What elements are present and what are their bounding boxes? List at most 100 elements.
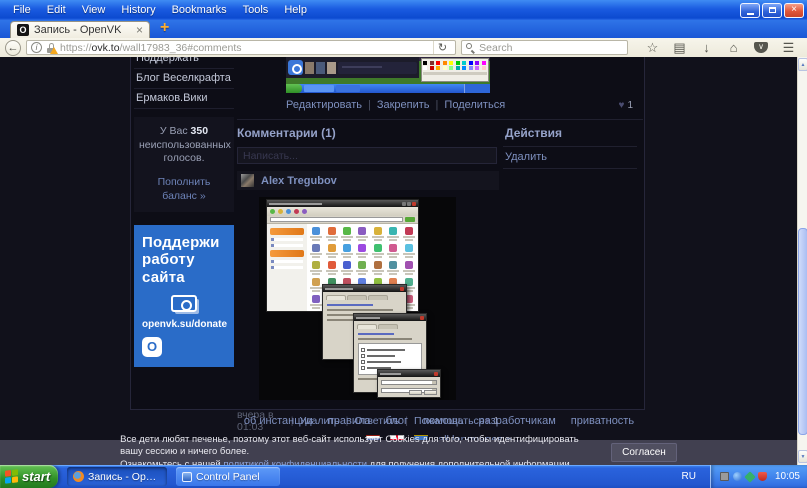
xp-row-text: [367, 355, 395, 357]
xp-icon-cell: [371, 244, 385, 260]
mixed-content-lock-icon[interactable]: [46, 42, 58, 54]
footer-developers-link[interactable]: разработчикам: [479, 415, 556, 427]
xp-close: [434, 371, 438, 376]
downloads-icon[interactable]: ↓: [693, 41, 720, 54]
url-text: https://ovk.to/wall17983_36#comments: [60, 42, 242, 54]
security-tray-icon[interactable]: [757, 472, 767, 481]
magnifier-circle: [466, 43, 473, 49]
comment-input[interactable]: [237, 147, 497, 164]
footer-about-link[interactable]: об инстанции: [244, 415, 313, 427]
post-edit-link[interactable]: Редактировать: [286, 99, 362, 111]
hamburger-menu-icon[interactable]: ☰: [775, 41, 802, 54]
post-image-thumb: [316, 61, 325, 74]
post-image[interactable]: [286, 57, 490, 93]
scrollbar[interactable]: ▲ ▼: [797, 57, 807, 465]
donate-ad-banner[interactable]: Поддержи работу сайта openvk.su/donate O: [134, 225, 234, 367]
language-indicator[interactable]: RU: [668, 471, 710, 482]
taskbar-task-control-panel[interactable]: Control Panel: [176, 467, 280, 486]
new-tab-button[interactable]: +: [160, 19, 169, 37]
xp-checkbox: [361, 360, 365, 364]
back-button[interactable]: ←: [5, 39, 21, 56]
scroll-up-button[interactable]: ▲: [798, 58, 807, 71]
palette-swatch: [468, 66, 473, 70]
window-controls: ×: [740, 2, 807, 18]
xp-tab: [326, 295, 346, 300]
sidebar-item-support[interactable]: Поддержать: [134, 57, 234, 69]
post-pin-link[interactable]: Закрепить: [377, 99, 430, 111]
page-info-icon[interactable]: i: [31, 42, 42, 53]
xp-icon-cell: [371, 227, 385, 243]
xp-toolbar-icon: [278, 209, 283, 214]
palette-swatch: [423, 66, 427, 70]
palette-grid: [423, 61, 487, 70]
comment-header: Alex Tregubov: [237, 171, 499, 190]
post-share-link[interactable]: Поделиться: [444, 99, 505, 111]
menu-view[interactable]: View: [74, 1, 114, 19]
palette-swatch: [468, 61, 473, 65]
menu-tools[interactable]: Tools: [235, 1, 277, 19]
menu-history[interactable]: History: [113, 1, 163, 19]
start-button[interactable]: start: [0, 465, 58, 488]
post-like-button[interactable]: ♥ 1: [619, 100, 634, 111]
footer-links: об инстанции правила блог помощь разрабо…: [236, 415, 642, 427]
task-label: Запись - OpenVK - M...: [88, 470, 161, 483]
privacy-policy-link[interactable]: политикой конфиденциальности: [223, 459, 367, 465]
taskbar-task-openvk[interactable]: Запись - OpenVK - M...: [67, 467, 167, 486]
footer-help-link[interactable]: помощь: [423, 415, 464, 427]
post-image-taskbar: [286, 84, 490, 93]
xp-icon-cell: [309, 244, 323, 260]
menu-edit[interactable]: Edit: [39, 1, 74, 19]
tab-openvk[interactable]: O Запись - OpenVK ×: [10, 21, 150, 38]
restore-button[interactable]: [762, 2, 782, 18]
browser-titlebar: File Edit View History Bookmarks Tools H…: [0, 0, 807, 20]
avatar[interactable]: [241, 174, 254, 187]
page-viewport: Поддержать Блог Веселкрафта Ермаков.Вики…: [0, 57, 807, 465]
search-box[interactable]: [461, 40, 628, 55]
menu-help[interactable]: Help: [276, 1, 315, 19]
actions-panel: Действия Удалить: [503, 126, 637, 433]
close-button[interactable]: ×: [784, 2, 804, 18]
network-tray-icon[interactable]: [744, 470, 756, 483]
url-scheme: https://: [60, 41, 92, 54]
post-image-tray: [464, 84, 490, 93]
palette-swatch: [475, 61, 479, 65]
volume-tray-icon[interactable]: [732, 472, 742, 481]
firefox-icon: [73, 471, 84, 482]
scroll-down-button[interactable]: ▼: [798, 450, 807, 463]
clock[interactable]: 10:05: [775, 471, 800, 482]
sidebar-item-wiki[interactable]: Ермаков.Вики: [134, 89, 234, 109]
footer-blog-link[interactable]: блог: [386, 415, 408, 427]
keyboard-tray-icon[interactable]: [719, 472, 729, 481]
search-input[interactable]: [479, 41, 620, 54]
xp-checkbox: [361, 354, 365, 358]
cookie-agree-button[interactable]: Согласен: [611, 443, 677, 462]
pocket-icon[interactable]: ∨: [754, 42, 768, 53]
comment-author-link[interactable]: Alex Tregubov: [261, 175, 337, 187]
footer-rules-link[interactable]: правила: [328, 415, 371, 427]
tab-close-icon[interactable]: ×: [136, 24, 143, 36]
sidebar-item-blog[interactable]: Блог Веселкрафта: [134, 69, 234, 89]
xp-address-field: [270, 217, 403, 222]
url-bar[interactable]: i https://ovk.to/wall17983_36#comments ↻: [26, 40, 457, 55]
xp-icon-cell: [386, 261, 400, 277]
actions-delete-link[interactable]: Удалить: [503, 147, 637, 169]
xp-window-titlebar: [267, 200, 418, 207]
xp-list-row: [361, 360, 419, 364]
topup-balance-link[interactable]: Пополнить баланс »: [139, 176, 229, 203]
system-tray: 10:05: [709, 465, 807, 488]
menu-bookmarks[interactable]: Bookmarks: [164, 1, 235, 19]
tab-bar: O Запись - OpenVK × +: [0, 19, 807, 38]
xp-window-buttons: [420, 315, 424, 320]
home-icon[interactable]: ⌂: [720, 41, 747, 54]
footer-privacy-link[interactable]: приватность: [571, 415, 634, 427]
xp-tab: [368, 295, 388, 300]
comment-image[interactable]: [259, 197, 456, 400]
xp-checkbox: [361, 366, 365, 370]
bookmarks-list-icon[interactable]: ▤: [666, 41, 693, 54]
menu-file[interactable]: File: [5, 1, 39, 19]
reload-button[interactable]: ↻: [432, 41, 451, 54]
minimize-button[interactable]: [740, 2, 760, 18]
xp-icon-cell: [324, 227, 338, 243]
bookmark-star-icon[interactable]: ☆: [639, 41, 666, 54]
scrollbar-thumb[interactable]: [798, 228, 807, 435]
